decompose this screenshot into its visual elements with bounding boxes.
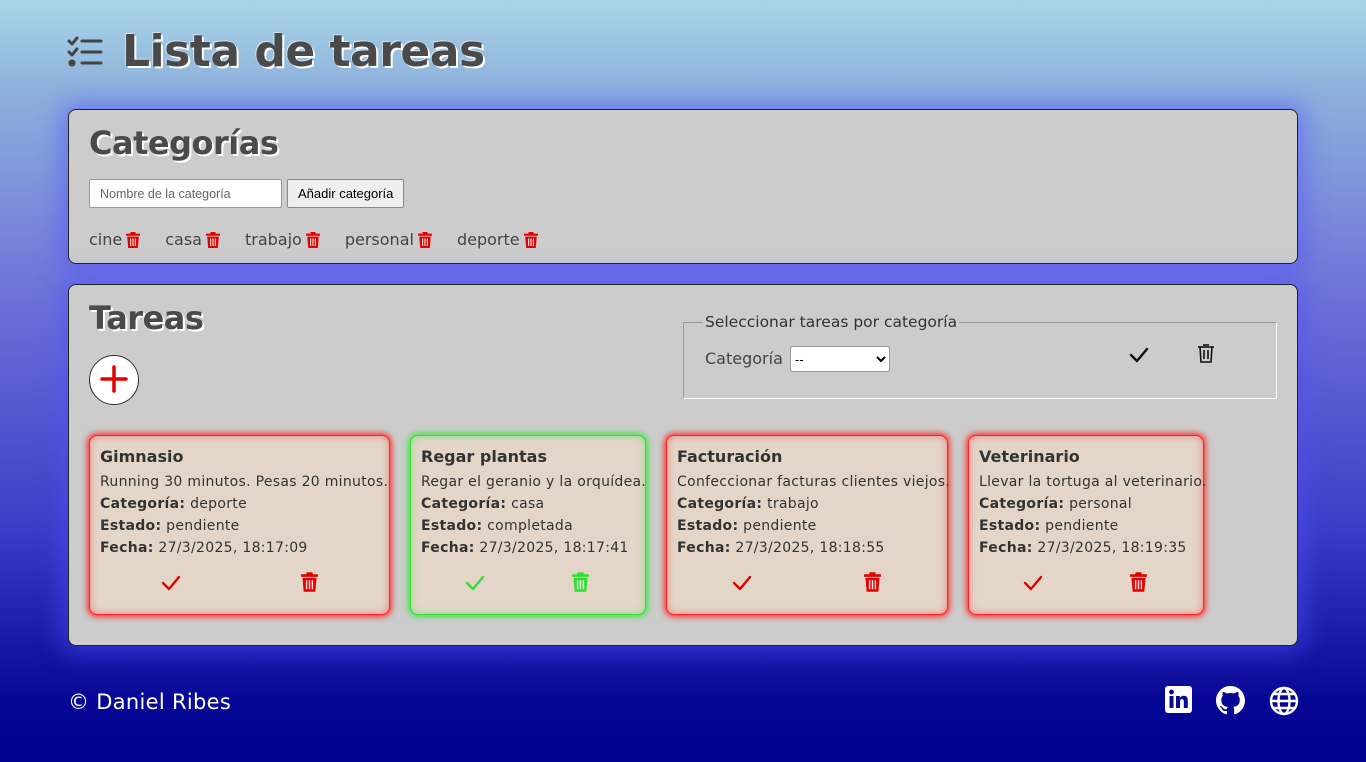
field-label: Fecha:: [979, 540, 1033, 556]
task-description: Llevar la tortuga al veterinario.: [979, 474, 1207, 490]
check-icon[interactable]: [160, 572, 182, 598]
task-description: Confeccionar facturas clientes viejos.: [677, 474, 951, 490]
category-label: cine: [89, 230, 123, 249]
check-icon[interactable]: [464, 572, 486, 598]
field-label: Categoría:: [979, 496, 1065, 512]
task-actions: [90, 572, 389, 596]
tasks-panel: Tareas Seleccionar tareas por categoría …: [68, 284, 1298, 646]
task-actions: [667, 572, 947, 596]
task-status: pendiente: [166, 518, 240, 534]
task-actions: [969, 572, 1203, 596]
field-label: Categoría:: [677, 496, 763, 512]
task-card: Facturación Confeccionar facturas client…: [666, 435, 951, 615]
task-list-icon: [66, 35, 104, 69]
task-date: 27/3/2025, 18:17:09: [158, 540, 308, 556]
task-status: pendiente: [1045, 518, 1119, 534]
task-status: pendiente: [743, 518, 817, 534]
trash-icon[interactable]: [523, 231, 538, 248]
task-date: 27/3/2025, 18:17:41: [479, 540, 629, 556]
check-icon[interactable]: [731, 572, 753, 598]
trash-icon[interactable]: [1130, 572, 1147, 596]
task-description: Running 30 minutos. Pesas 20 minutos.: [100, 474, 389, 490]
task-title: Facturación: [677, 447, 783, 466]
trash-icon[interactable]: [126, 231, 141, 248]
plus-icon: [100, 364, 128, 396]
category-item: personal: [345, 230, 432, 249]
add-task-button[interactable]: [89, 355, 139, 405]
category-item: trabajo: [245, 230, 320, 249]
github-icon[interactable]: [1216, 686, 1245, 715]
category-label: personal: [344, 230, 414, 249]
trash-icon[interactable]: [1197, 343, 1215, 367]
field-label: Estado:: [421, 518, 483, 534]
task-category: trabajo: [767, 496, 819, 512]
check-icon[interactable]: [1022, 572, 1044, 598]
task-card: Regar plantas Regar el geranio y la orqu…: [410, 435, 646, 615]
trash-icon[interactable]: [205, 231, 220, 248]
task-card: Veterinario Llevar la tortuga al veterin…: [968, 435, 1207, 615]
tasks-title: Tareas: [89, 299, 204, 337]
field-label: Fecha:: [100, 540, 154, 556]
task-category: deporte: [190, 496, 247, 512]
field-label: Estado:: [677, 518, 739, 534]
task-date: 27/3/2025, 18:19:35: [1037, 540, 1187, 556]
category-item: casa: [165, 230, 220, 249]
task-actions: [411, 572, 645, 596]
page-title: Lista de tareas: [122, 26, 485, 77]
filter-label: Categoría: [705, 349, 783, 368]
field-label: Fecha:: [677, 540, 731, 556]
category-label: trabajo: [244, 230, 302, 249]
category-filter: Seleccionar tareas por categoría Categor…: [683, 313, 1277, 399]
trash-icon[interactable]: [572, 572, 589, 596]
field-label: Fecha:: [421, 540, 475, 556]
category-select[interactable]: --: [790, 346, 890, 372]
field-label: Categoría:: [100, 496, 186, 512]
app-header: Lista de tareas: [66, 26, 485, 77]
trash-icon[interactable]: [864, 572, 881, 596]
trash-icon[interactable]: [301, 572, 318, 596]
task-title: Veterinario: [979, 447, 1080, 466]
globe-icon[interactable]: [1269, 686, 1299, 716]
task-category: casa: [511, 496, 545, 512]
category-item: deporte: [457, 230, 538, 249]
categories-panel: Categorías Añadir categoría cine casa tr…: [68, 109, 1298, 264]
category-label: casa: [165, 230, 202, 249]
field-label: Categoría:: [421, 496, 507, 512]
task-status: completada: [487, 518, 573, 534]
linkedin-icon[interactable]: [1165, 686, 1192, 713]
add-category-button[interactable]: Añadir categoría: [287, 179, 405, 208]
field-label: Estado:: [979, 518, 1041, 534]
field-label: Estado:: [100, 518, 162, 534]
task-date: 27/3/2025, 18:18:55: [735, 540, 885, 556]
copyright-text: © Daniel Ribes: [68, 690, 232, 714]
check-icon[interactable]: [1128, 344, 1150, 370]
category-item: cine: [89, 230, 141, 249]
task-title: Regar plantas: [421, 447, 547, 466]
task-category: personal: [1069, 496, 1132, 512]
task-description: Regar el geranio y la orquídea.: [421, 474, 647, 490]
task-title: Gimnasio: [100, 447, 184, 466]
task-card: Gimnasio Running 30 minutos. Pesas 20 mi…: [89, 435, 390, 615]
category-name-input[interactable]: [89, 179, 282, 208]
category-label: deporte: [456, 230, 520, 249]
trash-icon[interactable]: [417, 231, 432, 248]
filter-legend: Seleccionar tareas por categoría: [703, 313, 960, 331]
category-list: cine casa trabajo personal deporte: [89, 230, 563, 249]
categories-title: Categorías: [89, 124, 279, 162]
trash-icon[interactable]: [305, 231, 320, 248]
